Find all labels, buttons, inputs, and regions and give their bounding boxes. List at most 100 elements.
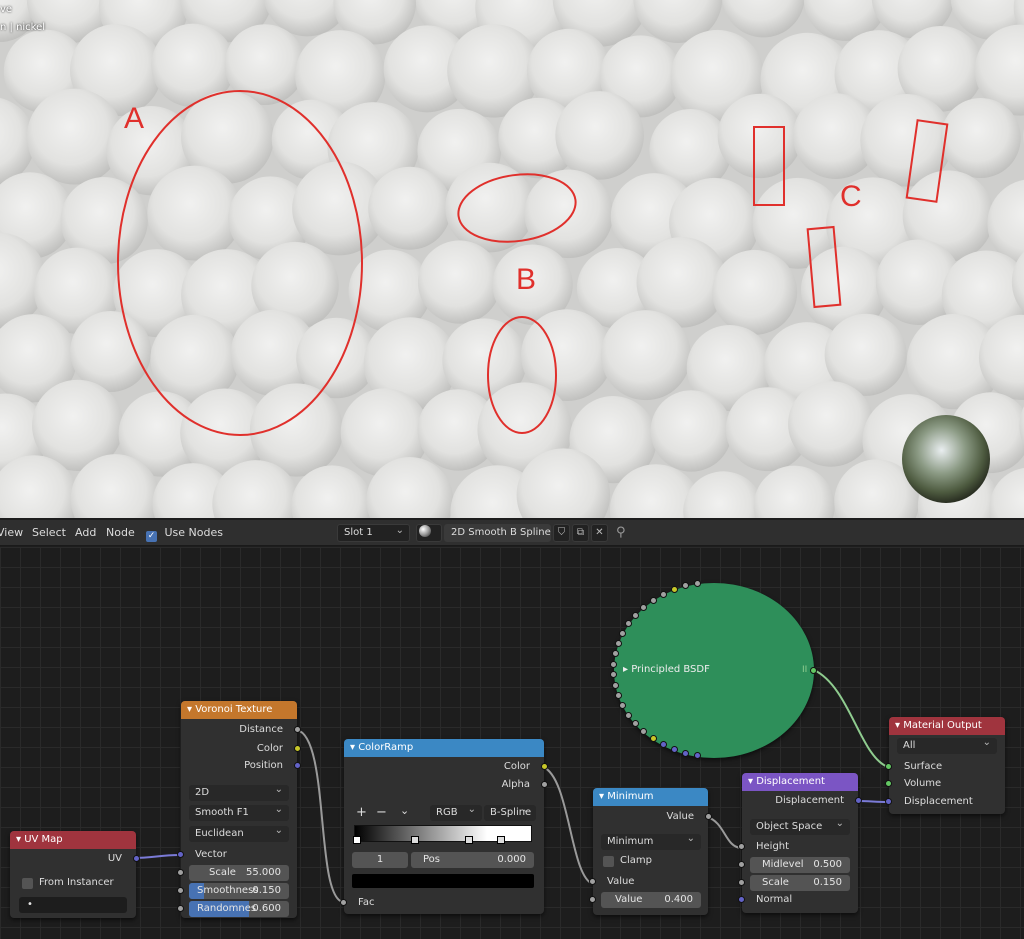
uv-map-node-header[interactable]: ▾ UV Map: [10, 831, 136, 849]
bsdf-input-socket[interactable]: [659, 590, 667, 598]
color-ramp-gradient[interactable]: [354, 825, 532, 842]
bsdf-input-socket[interactable]: [611, 681, 619, 689]
add-stop-button[interactable]: +: [356, 806, 367, 820]
midlevel-field[interactable]: Midlevel 0.500: [750, 857, 850, 873]
menu-view[interactable]: View: [0, 520, 23, 546]
bsdf-input-socket[interactable]: [649, 596, 657, 604]
bsdf-input-socket[interactable]: [694, 580, 702, 588]
node-editor-canvas[interactable]: ▾ UV Map UV From Instancer • ▾ Voronoi T…: [0, 547, 1024, 939]
bsdf-input-socket[interactable]: [640, 603, 648, 611]
bsdf-input-socket[interactable]: [649, 735, 657, 743]
operation-dropdown[interactable]: Minimum: [601, 831, 701, 850]
minimum-value2-input-socket[interactable]: [589, 896, 596, 903]
bsdf-input-socket[interactable]: [624, 620, 632, 628]
colorramp-node-header[interactable]: ▾ ColorRamp: [344, 739, 544, 757]
use-nodes-checkbox[interactable]: ✓: [146, 531, 157, 542]
minimum-value-output-socket[interactable]: [705, 813, 712, 820]
randomness-slider[interactable]: Randomnes 0.600: [189, 901, 289, 917]
distance-metric-dropdown[interactable]: Euclidean: [189, 823, 289, 842]
stop-color-swatch[interactable]: [352, 874, 534, 888]
uv-map-node[interactable]: ▾ UV Map UV From Instancer •: [10, 831, 140, 918]
displacement-node[interactable]: ▾ Displacement Displacement Object Space…: [738, 773, 862, 913]
unlink-material-button[interactable]: ✕: [591, 524, 608, 542]
duplicate-material-button[interactable]: ⧉: [572, 524, 589, 542]
bsdf-input-socket[interactable]: [610, 671, 618, 679]
bsdf-input-socket[interactable]: [614, 639, 622, 647]
remove-stop-button[interactable]: −: [376, 806, 387, 820]
bsdf-input-socket[interactable]: [682, 582, 690, 590]
randomness-input-socket[interactable]: [177, 905, 184, 912]
uv-map-field[interactable]: •: [19, 897, 127, 913]
bsdf-input-socket[interactable]: [631, 720, 639, 728]
bsdf-input-socket[interactable]: [619, 702, 627, 710]
menu-select[interactable]: Select: [32, 520, 66, 546]
bsdf-input-socket[interactable]: [631, 611, 639, 619]
color-mode-dropdown[interactable]: RGB: [430, 802, 482, 821]
displacement-node-header[interactable]: ▾ Displacement: [742, 773, 858, 791]
bsdf-input-socket[interactable]: [682, 749, 690, 757]
space-dropdown[interactable]: Object Space: [750, 816, 850, 835]
voronoi-node-header[interactable]: ▾ Voronoi Texture: [181, 701, 297, 719]
colorramp-color-output-socket[interactable]: [541, 763, 548, 770]
use-nodes-toggle[interactable]: ✓ Use Nodes: [146, 520, 223, 546]
ramp-stop-0[interactable]: [353, 836, 361, 844]
stop-position-field[interactable]: Pos 0.000: [411, 852, 534, 868]
menu-node[interactable]: Node: [106, 520, 135, 546]
dimensions-dropdown[interactable]: 2D: [189, 782, 289, 801]
pin-icon[interactable]: ⚲: [616, 520, 626, 546]
minimum-value-field[interactable]: Value 0.400: [601, 892, 701, 908]
displacement-scale-input-socket[interactable]: [738, 879, 745, 886]
clamp-checkbox[interactable]: [603, 856, 614, 867]
from-instancer-checkbox[interactable]: [22, 878, 33, 889]
scale-input-socket[interactable]: [177, 869, 184, 876]
bsdf-input-socket[interactable]: [614, 692, 622, 700]
ramp-stop-3[interactable]: [497, 836, 505, 844]
displacement-output-socket[interactable]: [855, 797, 862, 804]
bsdf-input-socket[interactable]: [659, 741, 667, 749]
bsdf-input-socket[interactable]: [611, 650, 619, 658]
math-minimum-node[interactable]: ▾ Minimum Value Minimum Clamp Value Valu…: [589, 788, 712, 915]
normal-input-socket[interactable]: [738, 896, 745, 903]
slot-dropdown[interactable]: Slot 1 ⌄: [337, 524, 410, 542]
vector-input-socket[interactable]: [177, 851, 184, 858]
colorramp-node[interactable]: ▾ ColorRamp Color Alpha + − ⌄ RGB B-Spli…: [340, 739, 548, 914]
bsdf-output-socket[interactable]: [810, 667, 817, 674]
height-input-socket[interactable]: [738, 843, 745, 850]
bsdf-input-socket[interactable]: [619, 629, 627, 637]
ramp-stop-1[interactable]: [411, 836, 419, 844]
smoothness-input-socket[interactable]: [177, 887, 184, 894]
scale-field[interactable]: Scale 55.000: [189, 865, 289, 881]
smoothness-slider[interactable]: Smoothness 0.150: [189, 883, 289, 899]
3d-viewport[interactable]: ve n | nickel A B C: [0, 0, 1024, 518]
bsdf-input-socket[interactable]: [670, 585, 678, 593]
color-output-socket[interactable]: [294, 745, 301, 752]
minimum-value-input-socket[interactable]: [589, 878, 596, 885]
uv-output-socket[interactable]: [133, 855, 140, 862]
bsdf-input-socket[interactable]: [624, 711, 632, 719]
surface-input-socket[interactable]: [885, 763, 892, 770]
material-output-node-header[interactable]: ▾ Material Output: [889, 717, 1005, 735]
colorramp-alpha-output-socket[interactable]: [541, 781, 548, 788]
ramp-menu-button[interactable]: ⌄: [400, 804, 409, 818]
bsdf-input-socket[interactable]: [610, 660, 618, 668]
feature-dropdown[interactable]: Smooth F1: [189, 802, 289, 821]
bsdf-input-socket[interactable]: [670, 746, 678, 754]
output-target-dropdown[interactable]: All: [897, 735, 997, 754]
stop-index-field[interactable]: 1: [352, 852, 408, 868]
fake-user-button[interactable]: ⛉: [553, 524, 570, 542]
distance-output-socket[interactable]: [294, 726, 301, 733]
displacement-scale-field[interactable]: Scale 0.150: [750, 875, 850, 891]
minimum-node-header[interactable]: ▾ Minimum: [593, 788, 708, 806]
menu-add[interactable]: Add: [75, 520, 96, 546]
voronoi-texture-node[interactable]: ▾ Voronoi Texture Distance Color Positio…: [177, 701, 301, 918]
position-output-socket[interactable]: [294, 762, 301, 769]
principled-bsdf-node[interactable]: ▸ Principled BSDF II: [610, 580, 817, 759]
volume-input-socket[interactable]: [885, 780, 892, 787]
material-output-node[interactable]: ▾ Material Output All Surface Volume Dis…: [885, 717, 1005, 814]
interpolation-dropdown[interactable]: B-Spline: [484, 802, 536, 821]
material-name-field[interactable]: 2D Smooth B Spline: [444, 524, 551, 542]
bsdf-input-socket[interactable]: [640, 728, 648, 736]
output-displacement-input-socket[interactable]: [885, 798, 892, 805]
midlevel-input-socket[interactable]: [738, 861, 745, 868]
material-browse-button[interactable]: [416, 524, 442, 542]
